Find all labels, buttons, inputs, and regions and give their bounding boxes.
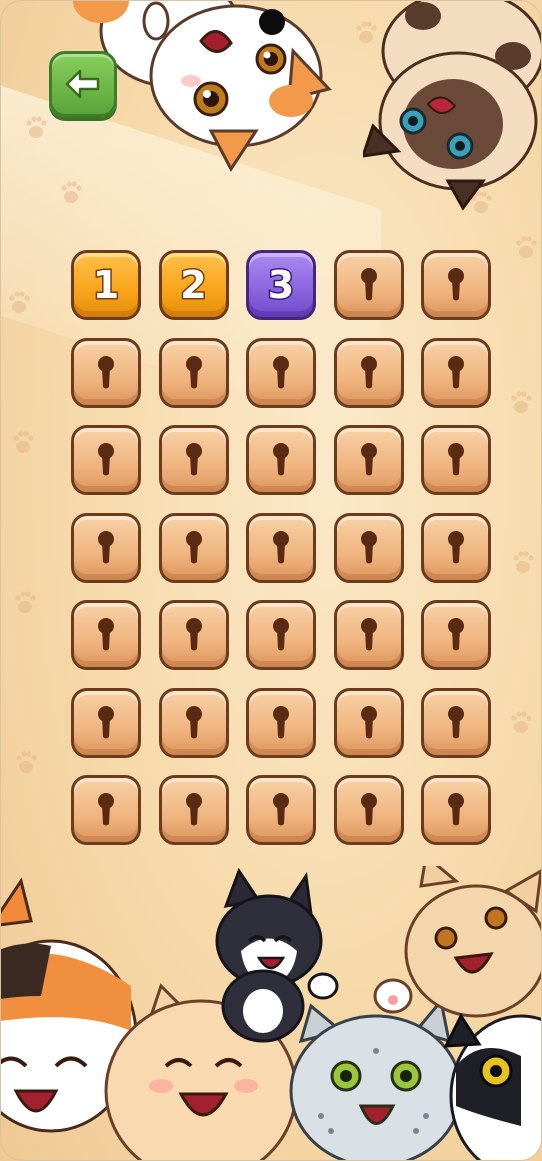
level-tile-locked[interactable]	[333, 687, 404, 758]
keyhole-icon	[273, 793, 289, 826]
keyhole-icon	[448, 793, 464, 826]
level-tile-locked[interactable]	[246, 775, 316, 845]
game-screen: 1 2 3	[0, 0, 542, 1161]
level-tile-locked[interactable]	[333, 250, 404, 320]
level-tile-locked[interactable]	[158, 425, 229, 495]
level-tile-locked[interactable]	[333, 600, 404, 670]
keyhole-icon	[360, 793, 377, 826]
level-tile-locked[interactable]	[246, 687, 316, 758]
keyhole-icon	[98, 618, 114, 651]
level-tile-locked[interactable]	[158, 600, 229, 670]
level-tile-locked[interactable]	[71, 337, 141, 408]
keyhole-icon	[360, 268, 377, 301]
keyhole-icon	[448, 530, 464, 563]
level-tile-locked[interactable]	[71, 600, 141, 670]
level-tile-locked[interactable]	[421, 775, 491, 845]
tabby-cat	[373, 866, 541, 1018]
keyhole-icon	[360, 705, 377, 738]
level-number: 2	[179, 263, 209, 307]
keyhole-icon	[185, 618, 202, 651]
keyhole-icon	[98, 530, 114, 563]
keyhole-icon	[98, 793, 114, 826]
level-tile-locked[interactable]	[421, 600, 491, 670]
level-tile-locked[interactable]	[246, 512, 316, 583]
keyhole-icon	[185, 443, 202, 476]
arrow-left-icon	[65, 69, 100, 99]
level-tile-locked[interactable]	[421, 250, 491, 320]
keyhole-icon	[448, 268, 464, 301]
keyhole-icon	[273, 443, 289, 476]
keyhole-icon	[360, 618, 377, 651]
keyhole-icon	[273, 355, 289, 388]
level-tile-locked[interactable]	[71, 687, 141, 758]
keyhole-icon	[448, 618, 464, 651]
level-tile-locked[interactable]	[333, 775, 404, 845]
keyhole-icon	[273, 530, 289, 563]
level-tile-locked[interactable]	[333, 425, 404, 495]
level-tile-locked[interactable]	[158, 512, 229, 583]
keyhole-icon	[273, 705, 289, 738]
siamese-cat-top	[363, 1, 541, 211]
keyhole-icon	[448, 705, 464, 738]
keyhole-icon	[360, 530, 377, 563]
level-number: 1	[91, 263, 121, 307]
level-tile-locked[interactable]	[421, 425, 491, 495]
spotted-gray-cat	[289, 997, 463, 1160]
keyhole-icon	[185, 355, 202, 388]
keyhole-icon	[185, 793, 202, 826]
keyhole-icon	[185, 530, 202, 563]
black-white-cat	[443, 1012, 541, 1160]
keyhole-icon	[448, 355, 464, 388]
keyhole-icon	[273, 618, 289, 651]
keyhole-icon	[98, 355, 114, 388]
level-tile-locked[interactable]	[421, 337, 491, 408]
keyhole-icon	[98, 705, 114, 738]
level-tile-3[interactable]: 3	[246, 250, 316, 320]
level-tile-locked[interactable]	[71, 425, 141, 495]
level-tile-locked[interactable]	[246, 600, 316, 670]
level-grid: 1 2 3	[71, 250, 493, 846]
keyhole-icon	[448, 443, 464, 476]
level-tile-locked[interactable]	[71, 512, 141, 583]
level-tile-locked[interactable]	[421, 512, 491, 583]
level-tile-locked[interactable]	[421, 687, 491, 758]
level-tile-locked[interactable]	[158, 687, 229, 758]
level-tile-locked[interactable]	[333, 337, 404, 408]
level-number: 3	[266, 263, 296, 307]
cat-crowd	[1, 866, 541, 1160]
back-button[interactable]	[49, 51, 117, 117]
level-tile-1[interactable]: 1	[71, 250, 141, 320]
keyhole-icon	[360, 355, 377, 388]
keyhole-icon	[98, 443, 114, 476]
level-tile-locked[interactable]	[71, 775, 141, 845]
level-tile-2[interactable]: 2	[158, 250, 229, 320]
keyhole-icon	[185, 705, 202, 738]
camera-cutout	[259, 9, 285, 35]
level-tile-locked[interactable]	[158, 337, 229, 408]
keyhole-icon	[360, 443, 377, 476]
level-tile-locked[interactable]	[158, 775, 229, 845]
level-tile-locked[interactable]	[246, 425, 316, 495]
level-tile-locked[interactable]	[333, 512, 404, 583]
level-tile-locked[interactable]	[246, 337, 316, 408]
